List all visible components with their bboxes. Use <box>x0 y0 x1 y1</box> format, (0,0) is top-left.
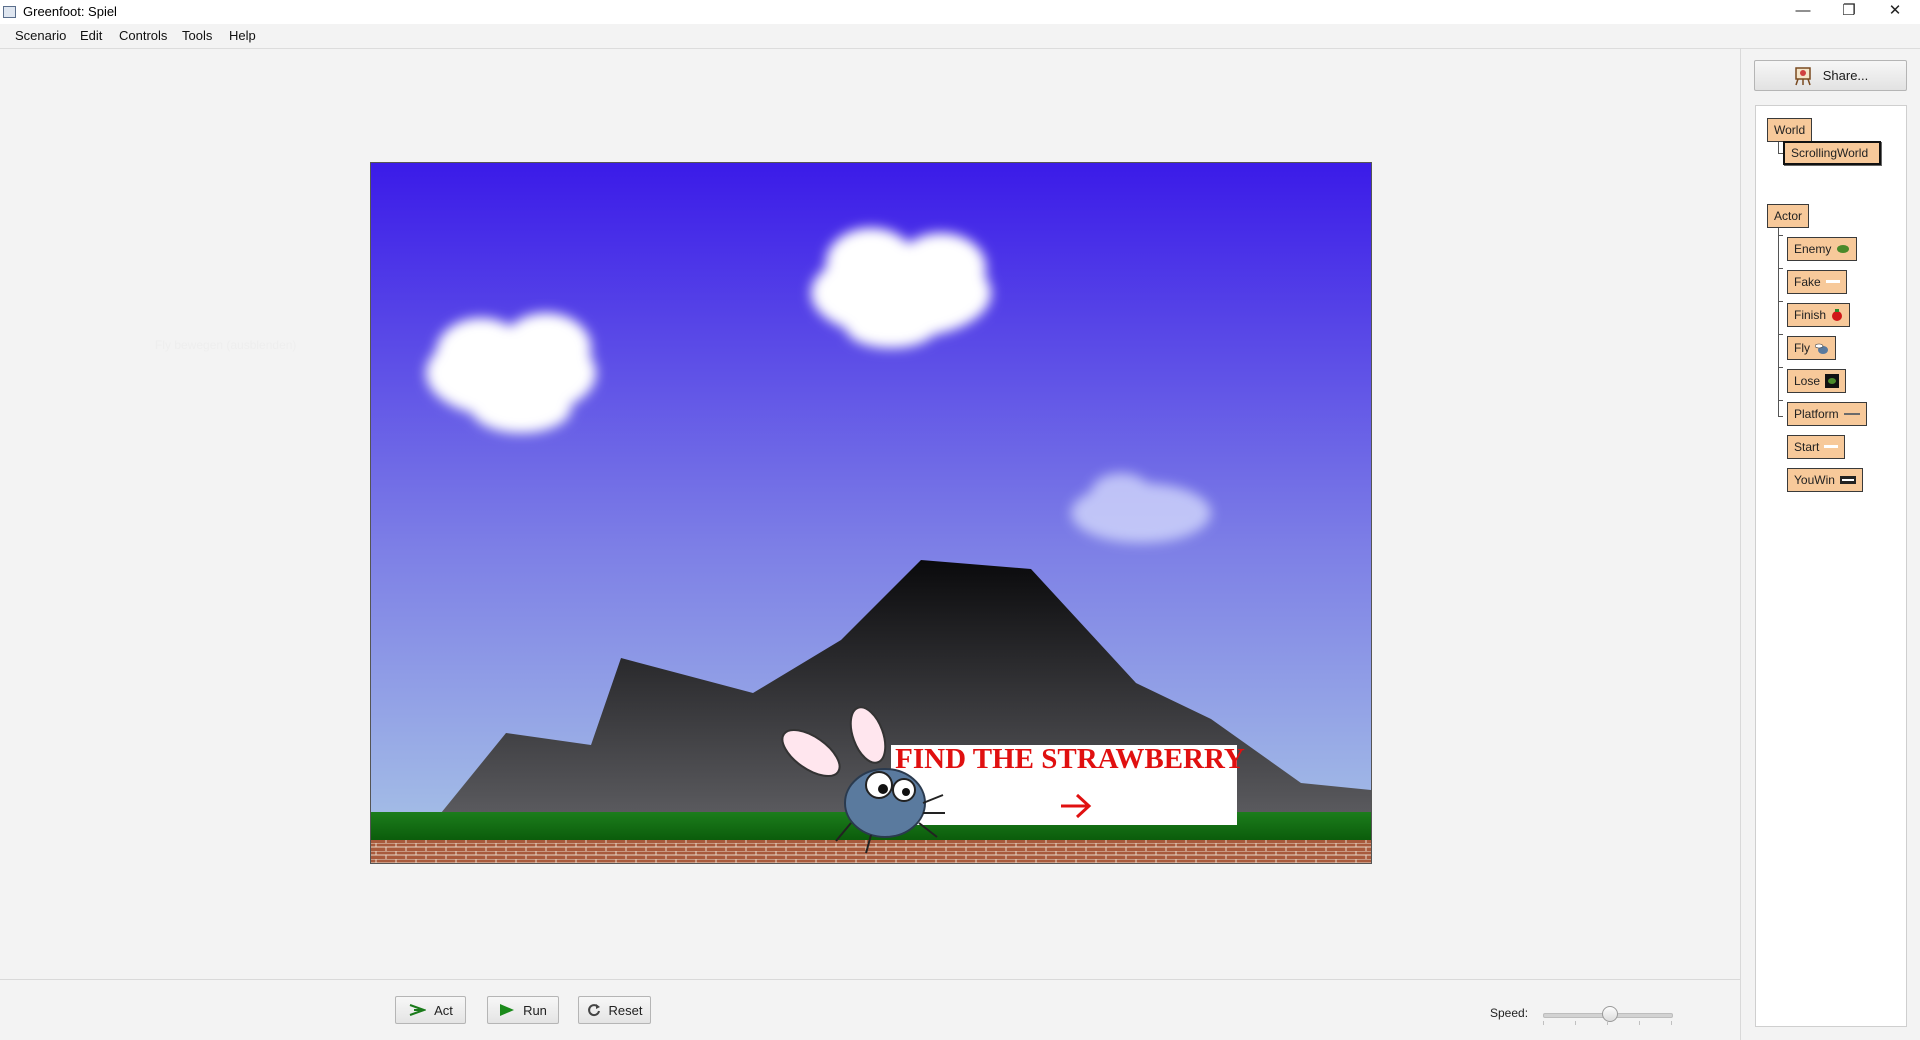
easel-icon <box>1794 66 1811 85</box>
close-button[interactable]: ✕ <box>1872 0 1918 22</box>
class-platform[interactable]: Platform <box>1787 402 1867 426</box>
platform-icon <box>1843 413 1860 415</box>
window-title: Greenfoot: Spiel <box>23 4 117 19</box>
slider-tick <box>1607 1021 1608 1025</box>
fly-icon <box>1815 343 1828 354</box>
tree-connector <box>1778 268 1783 269</box>
world-view[interactable]: FIND THE STRAWBERRY <box>370 162 1372 864</box>
menu-controls[interactable]: Controls <box>119 28 167 43</box>
tree-connector <box>1778 142 1779 153</box>
lose-icon <box>1825 374 1840 388</box>
reset-icon <box>587 1004 600 1017</box>
class-actor[interactable]: Actor <box>1767 204 1810 228</box>
slider-tick <box>1671 1021 1672 1025</box>
share-button[interactable]: Share... <box>1754 60 1907 91</box>
menu-scenario[interactable]: Scenario <box>15 28 66 43</box>
reset-label: Reset <box>608 1002 643 1018</box>
speed-slider-thumb[interactable] <box>1601 1006 1618 1022</box>
tree-connector <box>1778 301 1783 302</box>
tree-connector <box>1778 367 1783 368</box>
tree-connector <box>1778 416 1783 417</box>
class-youwin[interactable]: YouWin <box>1787 468 1863 492</box>
tree-connector <box>1778 235 1783 236</box>
side-divider <box>1740 48 1741 1040</box>
act-icon <box>409 1004 427 1016</box>
minimize-button[interactable]: — <box>1780 0 1826 22</box>
world-canvas[interactable]: FIND THE STRAWBERRY <box>371 163 1371 863</box>
share-label: Share... <box>1822 68 1869 83</box>
play-icon <box>500 1004 515 1016</box>
run-label: Run <box>523 1002 547 1018</box>
class-start[interactable]: Start <box>1787 435 1846 459</box>
app-icon <box>3 6 16 18</box>
menu-help[interactable]: Help <box>229 28 256 43</box>
act-button[interactable]: Act <box>395 996 466 1024</box>
enemy-icon <box>1837 245 1850 253</box>
tree-connector <box>1778 334 1783 335</box>
act-label: Act <box>434 1002 453 1018</box>
class-enemy[interactable]: Enemy <box>1787 237 1858 261</box>
speed-label: Speed: <box>1490 1006 1529 1020</box>
ghost-label: Fly bewegen (ausblenden) <box>155 338 297 352</box>
class-lose[interactable]: Lose <box>1787 369 1847 393</box>
slider-tick <box>1575 1021 1576 1025</box>
brick-floor <box>371 840 1371 863</box>
class-scrollingworld[interactable]: ScrollingWorld <box>1783 141 1881 165</box>
banner-text: FIND THE STRAWBERRY <box>895 743 1245 775</box>
menu-bar: Scenario Edit Controls Tools Help <box>0 24 1920 49</box>
reset-button[interactable]: Reset <box>578 996 651 1024</box>
slider-tick <box>1639 1021 1640 1025</box>
menu-tools[interactable]: Tools <box>182 28 212 43</box>
tree-connector <box>1778 400 1783 401</box>
bottom-divider <box>0 979 1740 980</box>
slider-tick <box>1543 1021 1544 1025</box>
fake-icon <box>1825 280 1840 283</box>
strawberry-icon <box>1832 309 1843 321</box>
class-fake[interactable]: Fake <box>1787 270 1847 294</box>
run-button[interactable]: Run <box>487 996 559 1024</box>
class-diagram-panel: World ScrollingWorld Actor Enemy Fake Fi… <box>1755 105 1907 1027</box>
restore-button[interactable]: ❐ <box>1826 0 1872 22</box>
class-world[interactable]: World <box>1767 118 1813 142</box>
youwin-icon <box>1839 476 1856 484</box>
menu-edit[interactable]: Edit <box>80 28 102 43</box>
class-finish[interactable]: Finish <box>1787 303 1851 327</box>
title-bar: Greenfoot: Spiel — ❐ ✕ <box>0 0 1920 24</box>
class-fly[interactable]: Fly <box>1787 336 1836 360</box>
start-icon <box>1824 445 1839 448</box>
tree-connector <box>1778 228 1779 416</box>
